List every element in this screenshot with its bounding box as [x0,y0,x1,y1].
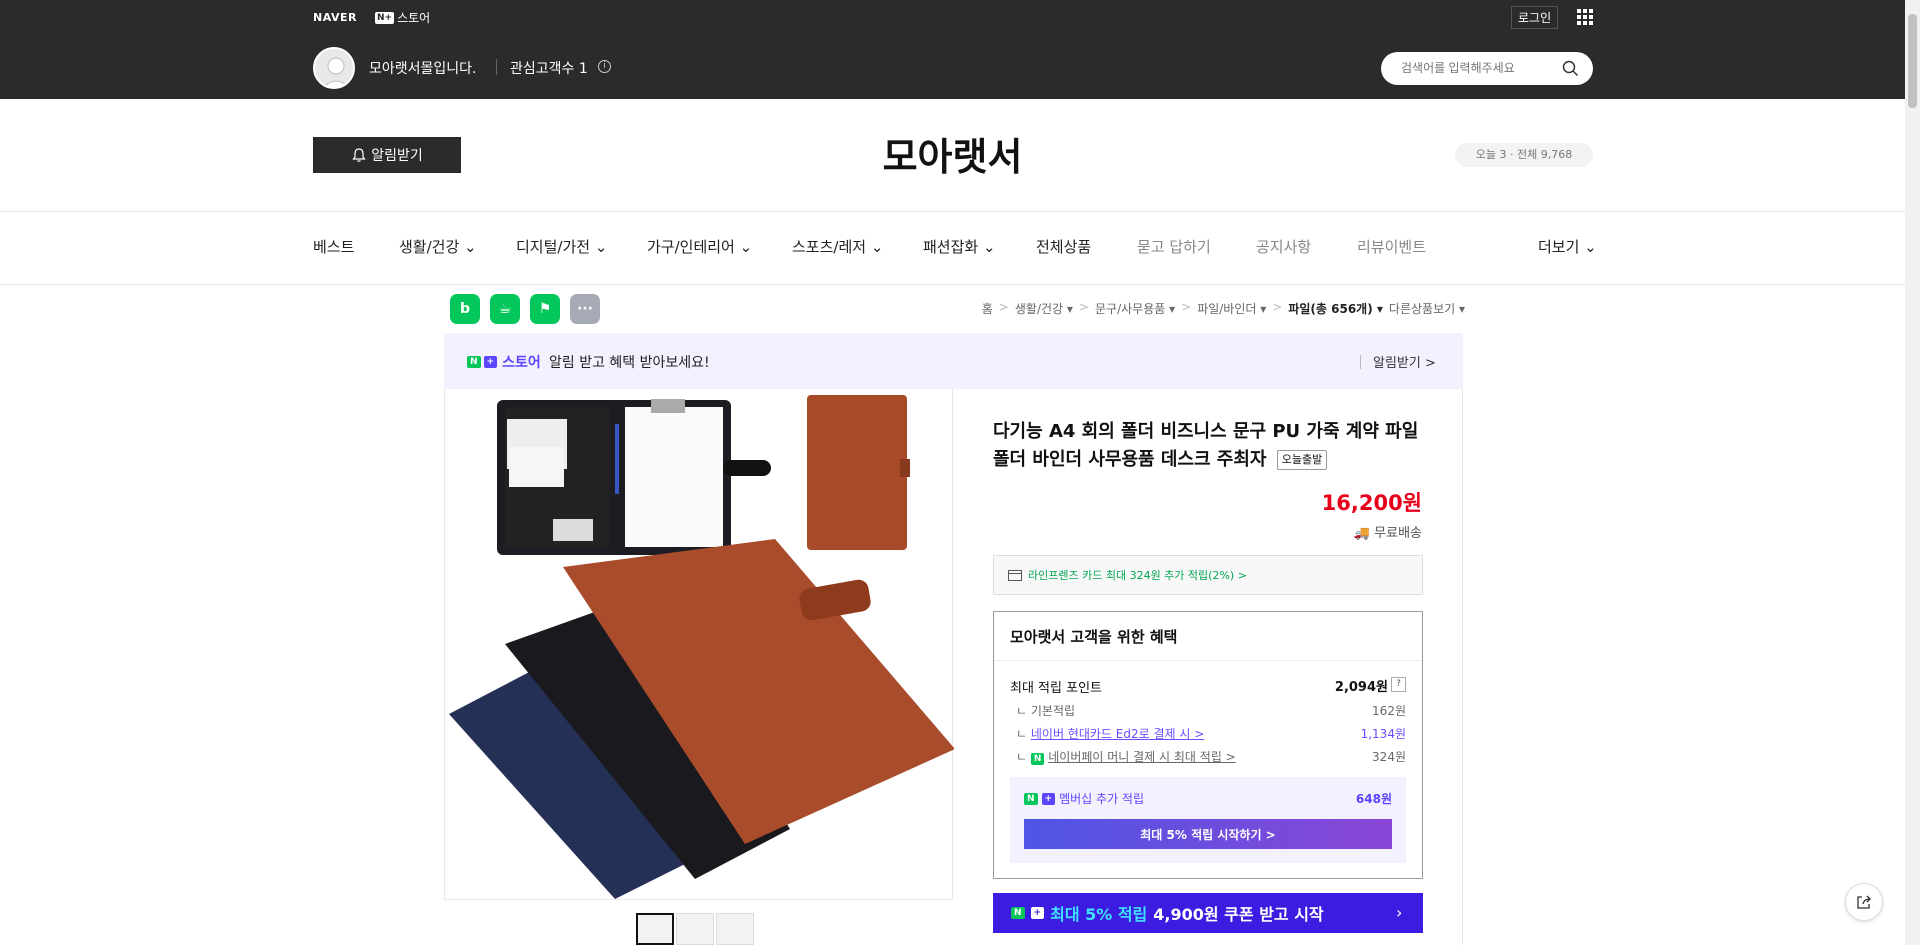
nav-item-qna[interactable]: 묻고 답하기 [1137,236,1211,257]
nav-item-best[interactable]: 베스트 [313,236,354,257]
shipping-info: 🚚 무료배송 [1353,526,1422,541]
cafe-icon[interactable]: ☕ [490,294,520,324]
card-icon [1008,569,1022,581]
banner-text: 알림 받고 혜택 받아보세요! [549,355,710,371]
interest-count: 관심고객수 1 [510,61,588,77]
coupon-highlight: 최대 5% 적립 [1050,905,1148,924]
card-promo[interactable]: 라인프렌즈 카드 최대 324원 추가 적립(2%) > [993,555,1423,595]
n-icon: N [467,356,481,368]
share-icon [1857,895,1871,909]
today-ship-badge: 오늘출발 [1276,450,1328,470]
search-input[interactable] [1401,58,1551,78]
help-icon[interactable]: ? [1391,677,1406,692]
thumbnail[interactable] [716,913,754,945]
product-price: 16,200원 [1321,491,1422,515]
npay-point-label: ㄴ N 네이버페이 머니 결제 시 최대 적립 > [1016,750,1236,765]
product-image[interactable] [444,389,955,900]
npay-point-link[interactable]: 네이버페이 머니 결제 시 최대 적립 > [1048,750,1236,764]
nav-item-fashion[interactable]: 패션잡화 ⌄ [923,236,996,257]
nstore-label: 스토어 [397,11,431,25]
info-icon[interactable]: i [598,60,611,73]
nstore-logo[interactable]: N+ 스토어 [375,9,430,26]
n-icon: N [1024,792,1038,805]
nav-item-living[interactable]: 생활/건강 ⌄ [399,236,477,257]
top-header: NAVER N+ 스토어 로그인 모아랫서몰입니다. 관심고객수 1 i [0,0,1905,99]
max-point-label: 최대 적립 포인트 [1010,681,1102,696]
blog-icon[interactable]: b [450,294,480,324]
divider [1360,355,1361,369]
truck-icon: 🚚 [1353,526,1371,541]
basic-point-label: ㄴ 기본적립 [1016,704,1076,718]
divider [994,660,1422,661]
nav-item-review-event[interactable]: 리뷰이벤트 [1357,236,1426,257]
nplus-icon: N+ [375,11,395,24]
breadcrumb-item[interactable]: 문구/사무용품 ▾ [1095,300,1175,317]
membership-label: N + 멤버십 추가 적립 [1024,790,1144,807]
breadcrumb-item[interactable]: 파일/바인더 ▾ [1197,300,1266,317]
nav-item-furniture[interactable]: 가구/인테리어 ⌄ [647,236,752,257]
store-avatar[interactable] [313,47,355,89]
share-icons: b ☕ ⚑ ··· [450,294,600,324]
nav-item-all-products[interactable]: 전체상품 [1036,236,1091,257]
card-point-label: ㄴ 네이버 현대카드 Ed2로 결제 시 > [1016,727,1205,741]
coupon-text: 4,900원 쿠폰 받고 시작 [1153,905,1324,924]
plus-icon: + [1041,792,1056,805]
nstore-banner-logo: N + 스토어 [467,352,541,372]
thumbnail[interactable] [636,913,674,945]
store-title[interactable]: 모아랫서 [0,126,1905,181]
max-point-value: 2,094원 [1334,680,1388,695]
card-point-value: 1,134원 [1360,727,1406,741]
breadcrumb: 홈 > 생활/건강 ▾ > 문구/사무용품 ▾ > 파일/바인더 ▾ > 파일(총 65… [981,300,1465,317]
store-greeting: 모아랫서몰입니다. [369,61,477,77]
n-icon: N [1011,907,1025,919]
scrollbar[interactable] [1905,0,1920,945]
apps-grid-icon[interactable] [1577,9,1593,25]
plus-icon: + [1030,907,1045,919]
breadcrumb-current[interactable]: 파일(총 656개) ▾ [1288,300,1383,317]
thumbnail-list [636,913,754,945]
nav-item-notice[interactable]: 공지사항 [1256,236,1311,257]
divider [444,899,953,900]
product-title: 다기능 A4 회의 폴더 비즈니스 문구 PU 가죽 계약 파일 폴더 바인더 … [993,421,1419,470]
nav-item-digital[interactable]: 디지털/가전 ⌄ [516,236,607,257]
banner-alarm-link[interactable]: 알림받기 > [1373,352,1436,371]
membership-start-button[interactable]: 최대 5% 적립 시작하기 > [1024,819,1392,849]
card-point-link[interactable]: 네이버 현대카드 Ed2로 결제 시 > [1031,727,1204,741]
login-button[interactable]: 로그인 [1511,6,1559,29]
more-icon[interactable]: ··· [570,294,600,324]
coupon-banner[interactable]: N + 최대 5% 적립 4,900원 쿠폰 받고 시작 [993,893,1423,933]
membership-value: 648원 [1355,792,1392,806]
naver-logo[interactable]: NAVER [313,11,357,24]
nav-item-sports[interactable]: 스포츠/레저 ⌄ [792,236,883,257]
bookmark-icon[interactable]: ⚑ [530,294,560,324]
npay-icon: N [1030,753,1045,765]
basic-point-value: 162원 [1372,704,1406,718]
npay-point-value: 324원 [1372,750,1406,764]
search-icon[interactable] [1562,60,1579,77]
breadcrumb-home[interactable]: 홈 [982,300,993,317]
visit-count: 오늘 3 · 전체 9,768 [1455,143,1593,167]
chevron-right-icon: › [1396,903,1403,922]
benefit-title: 모아랫서 고객을 위한 혜택 [1010,628,1178,646]
thumbnail[interactable] [676,913,714,945]
plus-icon: + [483,356,498,368]
share-button[interactable] [1845,883,1883,921]
nav-more-button[interactable]: 더보기 ⌄ [1538,236,1597,257]
breadcrumb-item[interactable]: 생활/건강 ▾ [1015,300,1073,317]
divider [0,284,1905,285]
divider [0,211,1905,212]
divider [496,59,497,75]
breadcrumb-other[interactable]: 다른상품보기 ▾ [1389,300,1465,317]
